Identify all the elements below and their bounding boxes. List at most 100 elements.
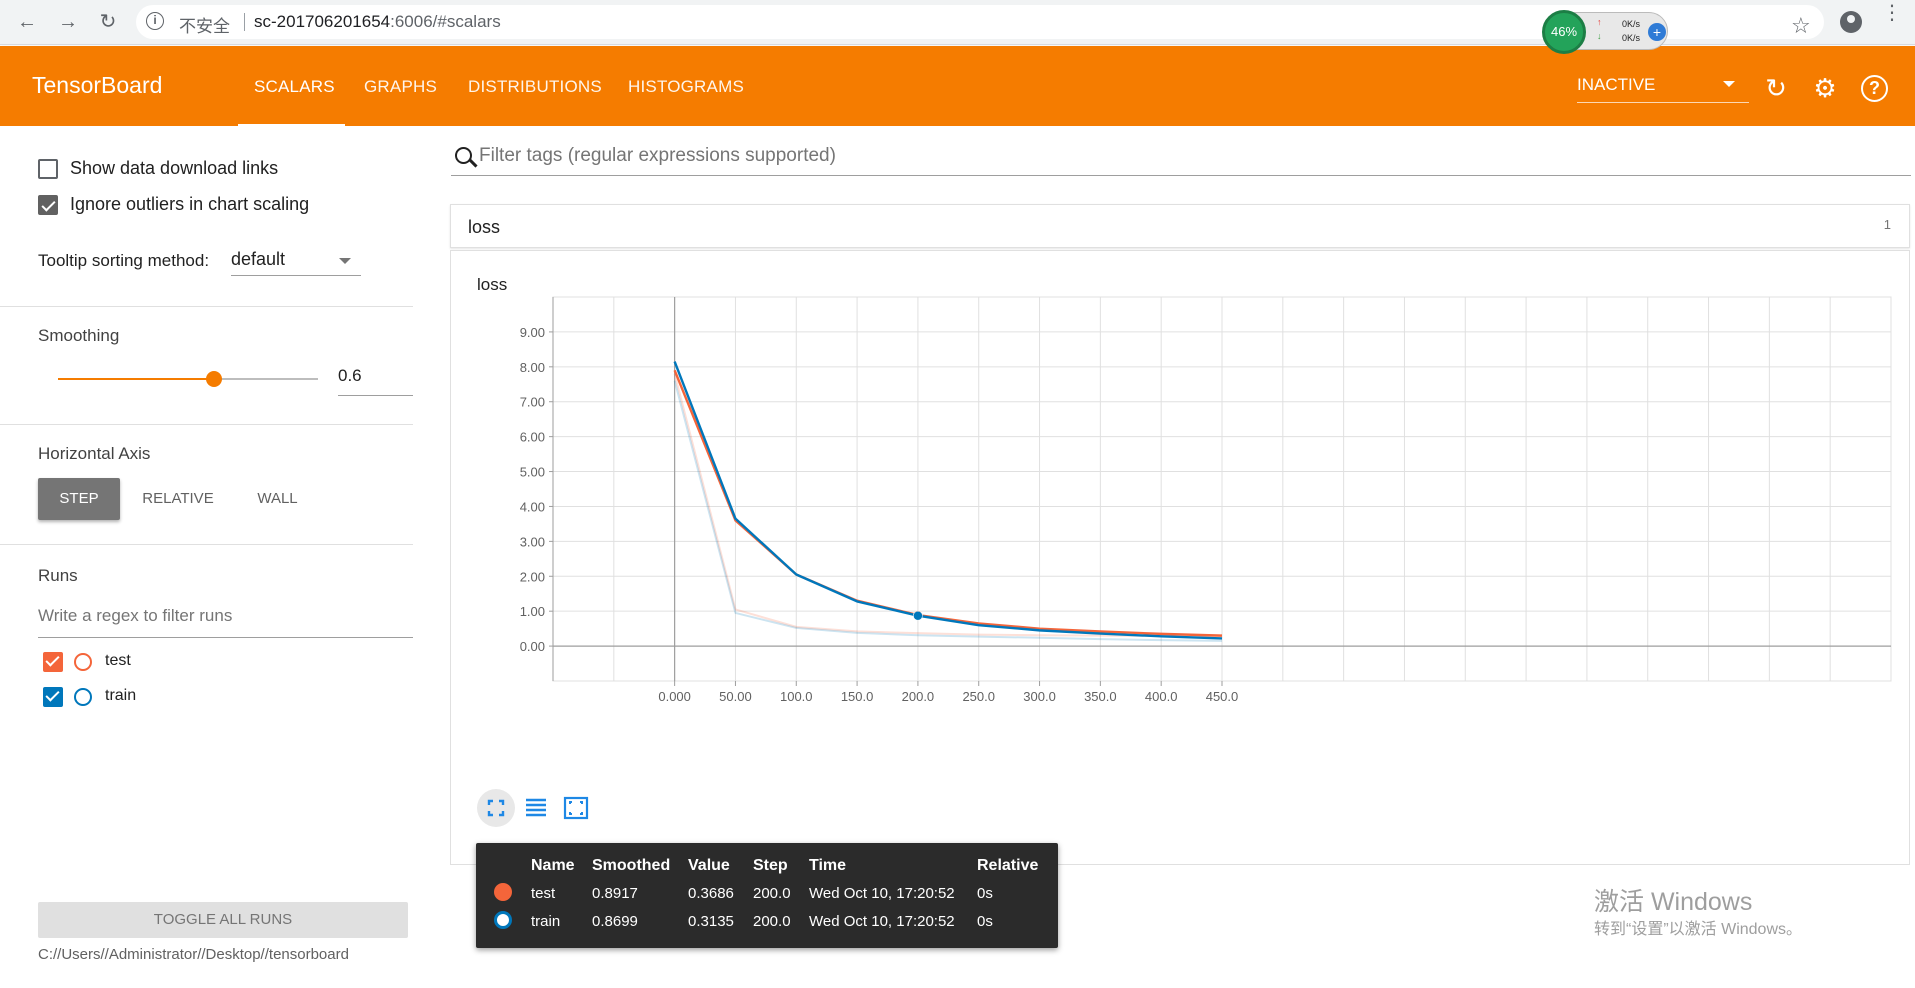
x-tick-label: 0.000 — [658, 689, 691, 704]
refresh-icon[interactable]: ↻ — [1761, 73, 1791, 103]
y-tick-label: 1.00 — [520, 604, 545, 619]
tooltip-test-relative: 0s — [977, 885, 993, 902]
download-speed: 0K/s — [1622, 33, 1641, 43]
axis-wall-button[interactable]: WALL — [240, 478, 315, 520]
chevron-down-icon — [1723, 81, 1735, 87]
tooltip-train-step: 200.0 — [753, 913, 791, 930]
tooltip-header-value: Value — [688, 857, 730, 874]
tooltip-test-value: 0.3686 — [688, 885, 734, 902]
tooltip-header-name: Name — [531, 857, 575, 874]
run-test-color-icon[interactable] — [74, 653, 92, 671]
ignore-outliers-checkbox[interactable] — [38, 195, 58, 215]
tooltip-train-value: 0.3135 — [688, 913, 734, 930]
divider — [0, 544, 413, 545]
y-tick-label: 3.00 — [520, 534, 545, 549]
loss-chart[interactable]: 0.00 1.00 2.00 3.00 4.00 5.00 6.00 7.00 8.00 9.00… — [451, 251, 1911, 781]
y-tick-label: 2.00 — [520, 569, 545, 584]
logdir-path: C://Users//Administrator//Desktop//tenso… — [38, 946, 349, 963]
tab-histograms[interactable]: HISTOGRAMS — [628, 77, 744, 97]
tooltip-train-relative: 0s — [977, 913, 993, 930]
network-monitor-widget[interactable]: 46% ↑ ↓ 0K/s 0K/s + — [1542, 10, 1668, 54]
tooltip-test-color-icon — [494, 883, 512, 901]
tooltip-header-relative: Relative — [977, 857, 1039, 874]
reload-icon[interactable]: ↻ — [95, 9, 121, 35]
tooltip-sorting-value: default — [231, 249, 286, 269]
gear-icon[interactable]: ⚙ — [1810, 73, 1840, 103]
chart-tooltip: Name Smoothed Value Step Time Relative t… — [476, 843, 1058, 948]
tooltip-test-smoothed: 0.8917 — [592, 885, 638, 902]
axis-relative-button[interactable]: RELATIVE — [132, 478, 224, 520]
y-tick-label: 9.00 — [520, 325, 545, 340]
tooltip-header-smoothed: Smoothed — [592, 857, 671, 874]
divider — [0, 424, 413, 425]
tab-scalars[interactable]: SCALARS — [254, 77, 335, 97]
tooltip-header-step: Step — [753, 857, 788, 874]
back-icon[interactable]: ← — [14, 9, 40, 35]
download-arrow-icon: ↓ — [1597, 31, 1602, 41]
url-text[interactable]: sc-201706201654:6006/#scalars — [254, 12, 501, 32]
divider — [0, 306, 413, 307]
sidebar: Show data download links Ignore outliers… — [0, 126, 413, 988]
windows-activation-hint: 转到“设置”以激活 Windows。 — [1594, 921, 1803, 938]
bookmark-star-icon[interactable]: ☆ — [1791, 13, 1811, 39]
x-tick-label: 100.0 — [780, 689, 813, 704]
x-tick-label: 200.0 — [902, 689, 935, 704]
run-train-checkbox[interactable] — [43, 687, 63, 707]
upload-speed: 0K/s — [1622, 19, 1641, 29]
toggle-all-runs-button[interactable]: TOGGLE ALL RUNS — [38, 902, 408, 938]
run-test-checkbox[interactable] — [43, 652, 63, 672]
y-tick-label: 6.00 — [520, 430, 545, 445]
tab-distributions[interactable]: DISTRIBUTIONS — [468, 77, 602, 97]
runs-label: Runs — [38, 566, 78, 585]
tooltip-sorting-select[interactable]: default — [231, 249, 361, 276]
series-line-train-smoothed — [673, 361, 1223, 640]
axis-step-button[interactable]: STEP — [38, 478, 120, 520]
runs-filter-input[interactable]: Write a regex to filter runs — [38, 606, 413, 638]
x-tick-label: 250.0 — [962, 689, 995, 704]
run-test-label: test — [105, 652, 131, 669]
plugin-selector[interactable]: INACTIVE — [1577, 75, 1749, 103]
smoothing-value-input[interactable]: 0.6 — [338, 366, 413, 396]
tooltip-train-name: train — [531, 913, 561, 930]
x-tick-label: 150.0 — [841, 689, 874, 704]
plus-icon[interactable]: + — [1648, 23, 1666, 41]
smoothing-slider[interactable] — [58, 371, 318, 387]
x-tick-label: 400.0 — [1145, 689, 1178, 704]
x-tick-label: 450.0 — [1206, 689, 1239, 704]
tooltip-test-time: Wed Oct 10, 17:20:52 — [809, 885, 955, 902]
y-tick-label: 4.00 — [520, 499, 545, 514]
category-header[interactable]: loss 1 — [450, 204, 1910, 248]
data-table-icon[interactable] — [517, 789, 555, 827]
tooltip-test-step: 200.0 — [753, 885, 791, 902]
run-train-color-icon[interactable] — [74, 688, 92, 706]
expand-icon[interactable] — [477, 789, 515, 827]
tooltip-train-time: Wed Oct 10, 17:20:52 — [809, 913, 955, 930]
fit-domain-icon[interactable] — [557, 789, 595, 827]
series-line-test-smoothed — [673, 369, 1223, 637]
x-tick-label: 300.0 — [1023, 689, 1056, 704]
tooltip-sorting-label: Tooltip sorting method: — [38, 251, 210, 270]
x-tick-label: 50.00 — [719, 689, 752, 704]
upload-arrow-icon: ↑ — [1597, 17, 1602, 27]
x-tick-label: 350.0 — [1084, 689, 1117, 704]
help-icon[interactable]: ? — [1861, 75, 1888, 102]
show-download-links-checkbox[interactable] — [38, 159, 58, 179]
menu-kebab-icon[interactable]: ⋮ — [1882, 3, 1902, 23]
y-tick-label: 7.00 — [520, 395, 545, 410]
url-path: :6006/#scalars — [390, 12, 501, 31]
info-icon[interactable]: i — [146, 12, 164, 30]
tooltip-train-smoothed: 0.8699 — [592, 913, 638, 930]
scalar-card: loss 0.00 1.00 2.00 3.00 4.00 5.00 6.00 7.00 8.0… — [450, 250, 1910, 865]
forward-icon[interactable]: → — [55, 9, 81, 35]
account-icon[interactable] — [1840, 11, 1862, 33]
windows-activation-watermark: 激活 Windows — [1594, 888, 1753, 916]
tab-graphs[interactable]: GRAPHS — [364, 77, 437, 97]
horizontal-axis-label: Horizontal Axis — [38, 444, 151, 463]
slider-thumb[interactable] — [206, 371, 222, 387]
address-separator — [244, 13, 245, 31]
category-count: 1 — [1883, 217, 1891, 232]
show-download-links-label[interactable]: Show data download links — [70, 158, 278, 179]
series-line-train-raw — [673, 380, 1223, 642]
tag-filter-input[interactable]: Filter tags (regular expressions support… — [451, 141, 1911, 176]
ignore-outliers-label[interactable]: Ignore outliers in chart scaling — [70, 194, 309, 215]
